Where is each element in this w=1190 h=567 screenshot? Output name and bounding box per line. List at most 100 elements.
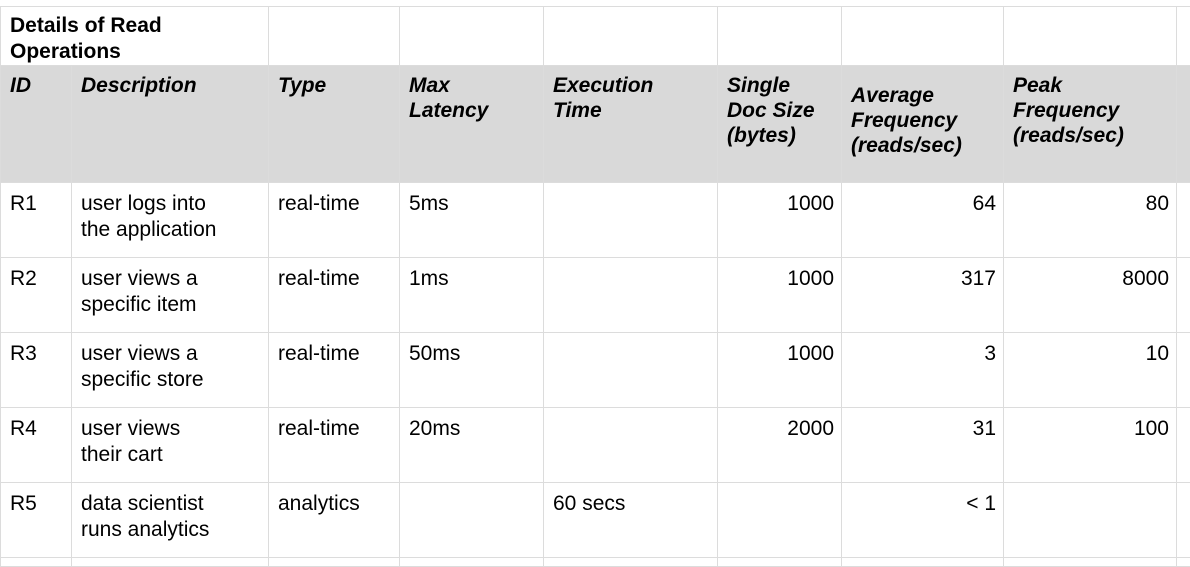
cell[interactable] <box>269 7 400 66</box>
cell-peak-frequency[interactable] <box>1004 483 1177 558</box>
table-title[interactable]: Details of Read Operations <box>1 7 269 66</box>
cell-single-doc-size[interactable]: 1000 <box>718 333 842 408</box>
cell-description[interactable]: user logs into the application <box>72 183 269 258</box>
header-line: Doc Size <box>727 98 841 123</box>
table-row <box>1 558 1190 567</box>
read-operations-table: Details of Read Operations ID Descriptio… <box>0 6 1190 567</box>
cell-id[interactable]: R3 <box>1 333 72 408</box>
header-peak-frequency[interactable]: Peak Frequency (reads/sec) <box>1004 66 1177 183</box>
description-line: user views <box>81 416 268 442</box>
cell-max-latency[interactable]: 1ms <box>400 258 544 333</box>
cell-execution-time[interactable] <box>544 408 718 483</box>
cell-description[interactable]: user views a specific store <box>72 333 269 408</box>
table-row: R3 user views a specific store real-time… <box>1 333 1190 408</box>
cell-peak-frequency[interactable]: 8000 <box>1004 258 1177 333</box>
description-line: user views a <box>81 341 268 367</box>
cell-execution-time[interactable] <box>544 183 718 258</box>
description-line: data scientist <box>81 491 268 517</box>
header-row: ID Description Type Max Latency Executio… <box>1 66 1190 183</box>
cell[interactable] <box>72 558 269 567</box>
cell[interactable] <box>1 558 72 567</box>
header-max-latency[interactable]: Max Latency <box>400 66 544 183</box>
header-line: Peak <box>1013 73 1176 98</box>
title-row: Details of Read Operations <box>1 7 1190 66</box>
header-single-doc-size[interactable]: Single Doc Size (bytes) <box>718 66 842 183</box>
header-id[interactable]: ID <box>1 66 72 183</box>
description-line: runs analytics <box>81 517 268 543</box>
cell-id[interactable]: R5 <box>1 483 72 558</box>
description-line: specific item <box>81 292 268 318</box>
cell-description[interactable]: user views a specific item <box>72 258 269 333</box>
cell-type[interactable]: real-time <box>269 408 400 483</box>
cell-execution-time[interactable]: 60 secs <box>544 483 718 558</box>
cell[interactable] <box>400 7 544 66</box>
cell-execution-time[interactable] <box>544 258 718 333</box>
cell[interactable] <box>1177 483 1190 558</box>
cell-average-frequency[interactable]: < 1 <box>842 483 1004 558</box>
cell[interactable] <box>544 558 718 567</box>
header-line: Single <box>727 73 841 98</box>
cell[interactable] <box>269 558 400 567</box>
cell[interactable] <box>842 558 1004 567</box>
cell-peak-frequency[interactable]: 100 <box>1004 408 1177 483</box>
spreadsheet: Details of Read Operations ID Descriptio… <box>0 0 1190 544</box>
cell-type[interactable]: real-time <box>269 183 400 258</box>
cell-average-frequency[interactable]: 64 <box>842 183 1004 258</box>
cell-description[interactable]: data scientist runs analytics <box>72 483 269 558</box>
cell-max-latency[interactable]: 50ms <box>400 333 544 408</box>
table-row: R2 user views a specific item real-time … <box>1 258 1190 333</box>
cell-id[interactable]: R2 <box>1 258 72 333</box>
cell-max-latency[interactable] <box>400 483 544 558</box>
header-description[interactable]: Description <box>72 66 269 183</box>
description-line: user views a <box>81 266 268 292</box>
cell-max-latency[interactable]: 5ms <box>400 183 544 258</box>
cell-description[interactable]: user views their cart <box>72 408 269 483</box>
header-line: (reads/sec) <box>851 133 1003 158</box>
cell-execution-time[interactable] <box>544 333 718 408</box>
cell[interactable] <box>1004 7 1177 66</box>
cell[interactable] <box>1177 7 1190 66</box>
cell[interactable] <box>1004 558 1177 567</box>
cell-max-latency[interactable]: 20ms <box>400 408 544 483</box>
cell[interactable] <box>544 7 718 66</box>
cell-average-frequency[interactable]: 31 <box>842 408 1004 483</box>
cell-type[interactable]: real-time <box>269 333 400 408</box>
header-line: Time <box>553 98 717 123</box>
cell[interactable] <box>1177 333 1190 408</box>
table-row: R5 data scientist runs analytics analyti… <box>1 483 1190 558</box>
cell[interactable] <box>718 558 842 567</box>
cell-single-doc-size[interactable]: 2000 <box>718 408 842 483</box>
header-line: (reads/sec) <box>1013 123 1176 148</box>
cell-peak-frequency[interactable]: 80 <box>1004 183 1177 258</box>
cell-single-doc-size[interactable]: 1000 <box>718 258 842 333</box>
description-line: the application <box>81 217 268 243</box>
cell[interactable] <box>1177 558 1190 567</box>
header-line: Frequency <box>1013 98 1176 123</box>
table-row: R4 user views their cart real-time 20ms … <box>1 408 1190 483</box>
header-line: Average <box>851 83 1003 108</box>
cell[interactable] <box>718 7 842 66</box>
cell-type[interactable]: analytics <box>269 483 400 558</box>
cell-peak-frequency[interactable]: 10 <box>1004 333 1177 408</box>
header-type[interactable]: Type <box>269 66 400 183</box>
header-line: Frequency <box>851 108 1003 133</box>
cell[interactable] <box>842 7 1004 66</box>
cell[interactable] <box>1177 408 1190 483</box>
cell[interactable] <box>400 558 544 567</box>
cell-average-frequency[interactable]: 317 <box>842 258 1004 333</box>
cell-single-doc-size[interactable]: 1000 <box>718 183 842 258</box>
cell-id[interactable]: R4 <box>1 408 72 483</box>
header-average-frequency[interactable]: Average Frequency (reads/sec) <box>842 66 1004 183</box>
cell[interactable] <box>1177 66 1190 183</box>
header-execution-time[interactable]: Execution Time <box>544 66 718 183</box>
cell[interactable] <box>1177 183 1190 258</box>
cell-average-frequency[interactable]: 3 <box>842 333 1004 408</box>
header-line: Max <box>409 73 543 98</box>
cell-single-doc-size[interactable] <box>718 483 842 558</box>
cell-id[interactable]: R1 <box>1 183 72 258</box>
header-line: Latency <box>409 98 543 123</box>
header-line: Execution <box>553 73 717 98</box>
description-line: specific store <box>81 367 268 393</box>
cell-type[interactable]: real-time <box>269 258 400 333</box>
cell[interactable] <box>1177 258 1190 333</box>
